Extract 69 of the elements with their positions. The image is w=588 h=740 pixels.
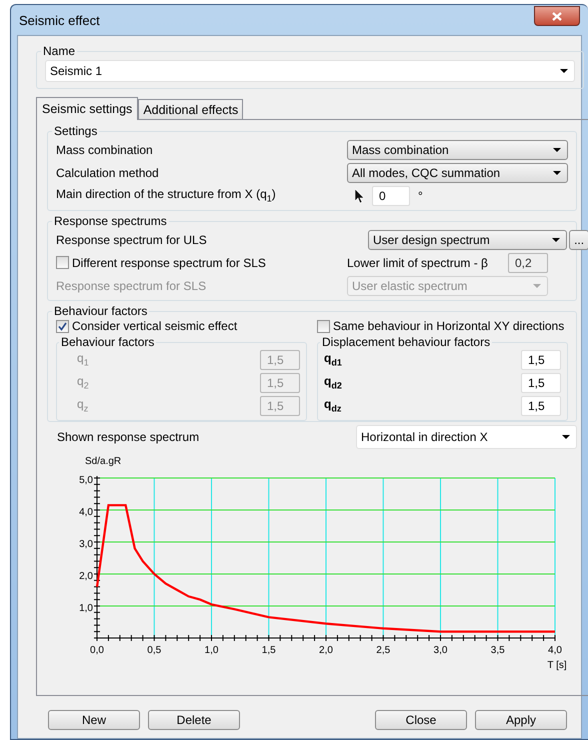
dropdown[interactable]: All modes, CQC summation	[347, 162, 568, 182]
field-label: Response spectrum for ULS	[56, 232, 207, 246]
tab[interactable]: Seismic settings	[36, 97, 138, 120]
factor-input[interactable]: 1,5	[521, 396, 561, 416]
tick-label: 2,0	[319, 645, 333, 656]
window-title: Seismic effect	[19, 12, 100, 28]
field-label: Mass combination	[56, 142, 153, 156]
field-label: Main direction of the structure from X (q$_{1}$)	[56, 187, 276, 204]
checkbox-label: Consider vertical seismic effect	[72, 319, 238, 333]
checkbox-label: Different response spectrum for SLS	[72, 256, 266, 270]
name-dropdown[interactable]: Seismic 1	[45, 60, 575, 82]
checkbox[interactable]	[56, 256, 69, 269]
dialog-button[interactable]: New	[48, 710, 140, 730]
group-title: Name	[42, 44, 76, 58]
unit-label: °	[418, 188, 423, 202]
dropdown[interactable]: Mass combination	[347, 140, 568, 160]
factor-label: q$_{2}$	[77, 374, 89, 391]
caret-icon	[553, 148, 561, 152]
tick-label: 3,0	[79, 539, 93, 550]
group-title: Response spectrums	[53, 214, 168, 228]
caret-icon	[562, 435, 570, 439]
tick-label: 4,0	[548, 645, 562, 656]
factor-label: q$_{dz}$	[324, 397, 342, 414]
factor-input[interactable]: 1,5	[521, 350, 561, 370]
group-title: Settings	[53, 124, 98, 138]
axis-title: Sd/a.gR	[85, 456, 122, 467]
dialog-button[interactable]: Close	[375, 710, 467, 730]
factor-label: q$_{d2}$	[324, 374, 342, 391]
dialog-button[interactable]: Apply	[475, 710, 567, 730]
field-label: Response spectrum for SLS	[56, 278, 206, 292]
caret-icon	[560, 69, 568, 73]
tick-label: 3,0	[434, 645, 448, 656]
tick-label: 4,0	[79, 507, 93, 518]
checkbox-label: Same behaviour in Horizontal XY directions	[333, 319, 564, 333]
group-title: Behaviour factors	[53, 304, 148, 318]
factor-label: q$_{d1}$	[324, 351, 342, 368]
tick-label: 1,0	[204, 645, 218, 656]
factor-input[interactable]: 1,5	[521, 372, 561, 392]
axis-title: T [s]	[547, 660, 567, 671]
caret-icon	[533, 284, 541, 288]
tick-label: 5,0	[79, 475, 93, 486]
factor-label: q$_{1}$	[77, 351, 89, 368]
close-button[interactable]	[534, 6, 580, 26]
mouse-pointer-icon	[355, 188, 364, 202]
checkbox[interactable]	[56, 320, 69, 332]
dropdown[interactable]: User design spectrum	[368, 230, 568, 250]
tick-label: 1,0	[79, 603, 93, 614]
tick-label: 2,5	[376, 645, 390, 656]
tick-label: 3,5	[490, 645, 505, 656]
caret-icon	[552, 238, 560, 242]
tick-label: 0,0	[90, 645, 104, 656]
tick-label: 2,0	[79, 571, 93, 582]
field-label: Shown response spectrum	[57, 430, 200, 444]
dialog-button[interactable]: Delete	[148, 710, 240, 730]
limit-input[interactable]: 0,2	[508, 252, 548, 272]
field-label: Lower limit of spectrum - β	[347, 256, 488, 270]
angle-input[interactable]: 0	[372, 186, 410, 206]
browse-button[interactable]: ...	[569, 230, 588, 250]
tick-label: 1,5	[262, 645, 276, 656]
group-title: Behaviour factors	[60, 335, 156, 349]
dropdown[interactable]: Horizontal in direction X	[356, 425, 577, 449]
caret-icon	[553, 170, 561, 174]
close-icon	[552, 12, 562, 20]
tab[interactable]: Additional effects	[138, 99, 244, 119]
group-title: Displacement behaviour factors	[321, 335, 492, 349]
checkbox[interactable]	[317, 320, 330, 332]
tick-label: 0,5	[147, 645, 162, 656]
factor-label: q$_{z}$	[77, 397, 88, 414]
field-label: Calculation method	[56, 166, 159, 180]
